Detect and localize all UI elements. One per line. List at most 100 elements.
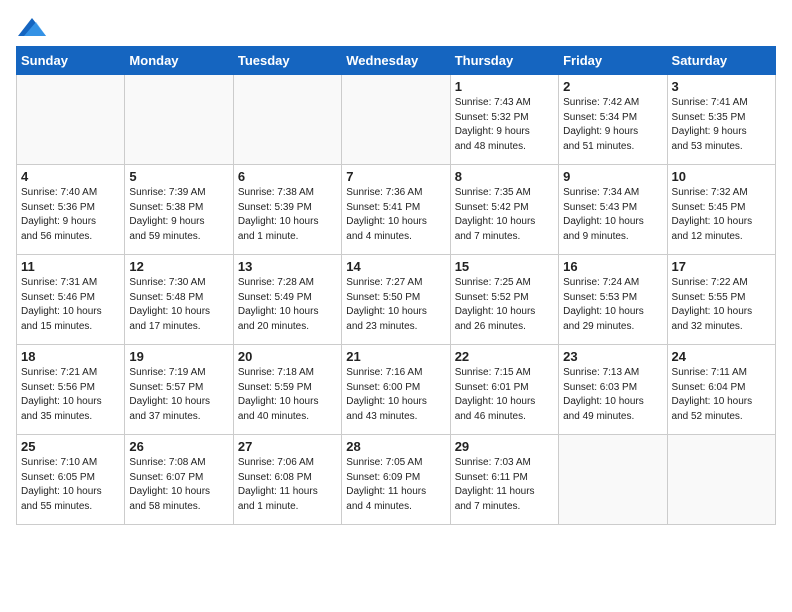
day-detail: Sunrise: 7:03 AM Sunset: 6:11 PM Dayligh… [455, 456, 554, 514]
day-number: 9 [563, 169, 662, 184]
calendar-cell: 22 Sunrise: 7:15 AM Sunset: 6:01 PM Dayli… [450, 345, 558, 435]
calendar-cell [125, 75, 233, 165]
calendar-cell: 18 Sunrise: 7:21 AM Sunset: 5:56 PM Dayli… [17, 345, 125, 435]
calendar-cell: 20 Sunrise: 7:18 AM Sunset: 5:59 PM Dayli… [233, 345, 341, 435]
day-number: 11 [21, 259, 120, 274]
calendar-cell [667, 435, 775, 525]
day-number: 21 [346, 349, 445, 364]
day-number: 19 [129, 349, 228, 364]
day-number: 14 [346, 259, 445, 274]
day-detail: Sunrise: 7:36 AM Sunset: 5:41 PM Dayligh… [346, 186, 445, 244]
day-detail: Sunrise: 7:40 AM Sunset: 5:36 PM Dayligh… [21, 186, 120, 244]
day-detail: Sunrise: 7:22 AM Sunset: 5:55 PM Dayligh… [672, 276, 771, 334]
day-number: 17 [672, 259, 771, 274]
calendar-cell [17, 75, 125, 165]
day-detail: Sunrise: 7:13 AM Sunset: 6:03 PM Dayligh… [563, 366, 662, 424]
calendar-cell: 21 Sunrise: 7:16 AM Sunset: 6:00 PM Dayli… [342, 345, 450, 435]
day-number: 25 [21, 439, 120, 454]
day-number: 26 [129, 439, 228, 454]
weekday-header-sunday: Sunday [17, 47, 125, 75]
day-detail: Sunrise: 7:10 AM Sunset: 6:05 PM Dayligh… [21, 456, 120, 514]
calendar-cell: 7 Sunrise: 7:36 AM Sunset: 5:41 PM Daylig… [342, 165, 450, 255]
day-number: 6 [238, 169, 337, 184]
week-row-2: 11 Sunrise: 7:31 AM Sunset: 5:46 PM Dayli… [17, 255, 776, 345]
day-detail: Sunrise: 7:24 AM Sunset: 5:53 PM Dayligh… [563, 276, 662, 334]
calendar-cell: 12 Sunrise: 7:30 AM Sunset: 5:48 PM Dayli… [125, 255, 233, 345]
calendar-cell: 16 Sunrise: 7:24 AM Sunset: 5:53 PM Dayli… [559, 255, 667, 345]
day-number: 1 [455, 79, 554, 94]
day-detail: Sunrise: 7:28 AM Sunset: 5:49 PM Dayligh… [238, 276, 337, 334]
day-detail: Sunrise: 7:38 AM Sunset: 5:39 PM Dayligh… [238, 186, 337, 244]
logo [16, 16, 46, 36]
calendar-cell: 28 Sunrise: 7:05 AM Sunset: 6:09 PM Dayli… [342, 435, 450, 525]
day-number: 29 [455, 439, 554, 454]
day-detail: Sunrise: 7:25 AM Sunset: 5:52 PM Dayligh… [455, 276, 554, 334]
day-detail: Sunrise: 7:41 AM Sunset: 5:35 PM Dayligh… [672, 96, 771, 154]
calendar-cell: 4 Sunrise: 7:40 AM Sunset: 5:36 PM Daylig… [17, 165, 125, 255]
day-number: 27 [238, 439, 337, 454]
week-row-4: 25 Sunrise: 7:10 AM Sunset: 6:05 PM Dayli… [17, 435, 776, 525]
day-number: 4 [21, 169, 120, 184]
calendar-cell: 11 Sunrise: 7:31 AM Sunset: 5:46 PM Dayli… [17, 255, 125, 345]
weekday-header-saturday: Saturday [667, 47, 775, 75]
calendar-cell: 27 Sunrise: 7:06 AM Sunset: 6:08 PM Dayli… [233, 435, 341, 525]
day-number: 18 [21, 349, 120, 364]
day-detail: Sunrise: 7:06 AM Sunset: 6:08 PM Dayligh… [238, 456, 337, 514]
day-detail: Sunrise: 7:34 AM Sunset: 5:43 PM Dayligh… [563, 186, 662, 244]
calendar-cell: 13Sunrise: 7:28 AM Sunset: 5:49 PM Dayli… [233, 255, 341, 345]
day-number: 5 [129, 169, 228, 184]
day-detail: Sunrise: 7:21 AM Sunset: 5:56 PM Dayligh… [21, 366, 120, 424]
day-number: 28 [346, 439, 445, 454]
day-detail: Sunrise: 7:31 AM Sunset: 5:46 PM Dayligh… [21, 276, 120, 334]
header [16, 16, 776, 36]
calendar-cell: 29 Sunrise: 7:03 AM Sunset: 6:11 PM Dayli… [450, 435, 558, 525]
weekday-header-row: SundayMondayTuesdayWednesdayThursdayFrid… [17, 47, 776, 75]
calendar-cell: 3 Sunrise: 7:41 AM Sunset: 5:35 PM Daylig… [667, 75, 775, 165]
day-number: 12 [129, 259, 228, 274]
day-number: 15 [455, 259, 554, 274]
calendar-cell: 24 Sunrise: 7:11 AM Sunset: 6:04 PM Dayli… [667, 345, 775, 435]
day-number: 24 [672, 349, 771, 364]
calendar: SundayMondayTuesdayWednesdayThursdayFrid… [16, 46, 776, 525]
calendar-cell [342, 75, 450, 165]
calendar-cell: 2 Sunrise: 7:42 AM Sunset: 5:34 PM Daylig… [559, 75, 667, 165]
day-detail: Sunrise: 7:15 AM Sunset: 6:01 PM Dayligh… [455, 366, 554, 424]
day-detail: Sunrise: 7:35 AM Sunset: 5:42 PM Dayligh… [455, 186, 554, 244]
day-detail: Sunrise: 7:11 AM Sunset: 6:04 PM Dayligh… [672, 366, 771, 424]
calendar-cell: 1 Sunrise: 7:43 AM Sunset: 5:32 PM Daylig… [450, 75, 558, 165]
calendar-cell: 14Sunrise: 7:27 AM Sunset: 5:50 PM Dayli… [342, 255, 450, 345]
day-detail: Sunrise: 7:39 AM Sunset: 5:38 PM Dayligh… [129, 186, 228, 244]
calendar-cell: 25 Sunrise: 7:10 AM Sunset: 6:05 PM Dayli… [17, 435, 125, 525]
calendar-cell: 8Sunrise: 7:35 AM Sunset: 5:42 PM Daylig… [450, 165, 558, 255]
day-number: 22 [455, 349, 554, 364]
weekday-header-thursday: Thursday [450, 47, 558, 75]
weekday-header-monday: Monday [125, 47, 233, 75]
week-row-0: 1 Sunrise: 7:43 AM Sunset: 5:32 PM Daylig… [17, 75, 776, 165]
weekday-header-tuesday: Tuesday [233, 47, 341, 75]
day-number: 20 [238, 349, 337, 364]
week-row-1: 4 Sunrise: 7:40 AM Sunset: 5:36 PM Daylig… [17, 165, 776, 255]
day-number: 3 [672, 79, 771, 94]
calendar-cell: 19Sunrise: 7:19 AM Sunset: 5:57 PM Dayli… [125, 345, 233, 435]
day-detail: Sunrise: 7:32 AM Sunset: 5:45 PM Dayligh… [672, 186, 771, 244]
calendar-cell: 17 Sunrise: 7:22 AM Sunset: 5:55 PM Dayli… [667, 255, 775, 345]
day-detail: Sunrise: 7:16 AM Sunset: 6:00 PM Dayligh… [346, 366, 445, 424]
day-detail: Sunrise: 7:05 AM Sunset: 6:09 PM Dayligh… [346, 456, 445, 514]
day-detail: Sunrise: 7:08 AM Sunset: 6:07 PM Dayligh… [129, 456, 228, 514]
weekday-header-friday: Friday [559, 47, 667, 75]
logo-icon [18, 18, 46, 36]
calendar-cell [559, 435, 667, 525]
day-detail: Sunrise: 7:43 AM Sunset: 5:32 PM Dayligh… [455, 96, 554, 154]
calendar-cell [233, 75, 341, 165]
calendar-cell: 26 Sunrise: 7:08 AM Sunset: 6:07 PM Dayli… [125, 435, 233, 525]
weekday-header-wednesday: Wednesday [342, 47, 450, 75]
day-detail: Sunrise: 7:30 AM Sunset: 5:48 PM Dayligh… [129, 276, 228, 334]
calendar-cell: 9 Sunrise: 7:34 AM Sunset: 5:43 PM Daylig… [559, 165, 667, 255]
day-detail: Sunrise: 7:18 AM Sunset: 5:59 PM Dayligh… [238, 366, 337, 424]
day-detail: Sunrise: 7:42 AM Sunset: 5:34 PM Dayligh… [563, 96, 662, 154]
calendar-cell: 10 Sunrise: 7:32 AM Sunset: 5:45 PM Dayli… [667, 165, 775, 255]
day-number: 10 [672, 169, 771, 184]
day-number: 7 [346, 169, 445, 184]
day-number: 16 [563, 259, 662, 274]
day-number: 2 [563, 79, 662, 94]
